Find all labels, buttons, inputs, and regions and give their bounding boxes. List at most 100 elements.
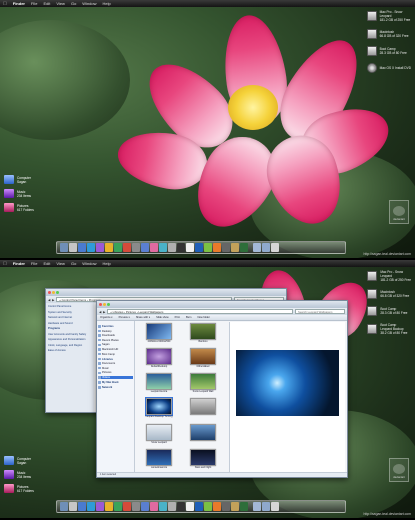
sidebar-item[interactable]: Control Panel Home xyxy=(48,305,92,308)
nav-item-selected[interactable]: Videos xyxy=(98,375,133,379)
file-tile[interactable]: Bamboo xyxy=(183,323,223,345)
menu-window[interactable]: Window xyxy=(82,1,96,6)
nav-item[interactable]: Network xyxy=(98,386,133,389)
app-icon[interactable] xyxy=(78,502,86,511)
nav-item[interactable]: Sagan xyxy=(98,343,133,346)
desktop-drive[interactable]: Mac Pro - Snow Leopard 181.2 GB of 250 Fre… xyxy=(366,10,411,22)
sidebar-item[interactable]: Hardware and Sound xyxy=(48,322,92,325)
app-icon[interactable] xyxy=(69,243,77,252)
menu-view[interactable]: View xyxy=(56,1,65,6)
share-with-button[interactable]: Share with ▾ xyxy=(136,316,150,319)
app-icon[interactable] xyxy=(105,502,113,511)
minimize-icon[interactable] xyxy=(52,291,55,294)
app-icon[interactable] xyxy=(132,243,140,252)
desktop-item-pictures[interactable]: Pictures 617 Folders xyxy=(4,203,34,212)
file-tile[interactable]: sunsetinaurora xyxy=(139,448,179,471)
sidebar-item[interactable]: Network and Internet xyxy=(48,316,92,319)
menu-app-name[interactable]: Finder xyxy=(13,1,25,6)
sidebar-item[interactable]: User Accounts and Family Safety xyxy=(48,333,92,336)
folder-icon[interactable] xyxy=(253,502,261,511)
file-tile[interactable]: 20091111-5000x2500 xyxy=(139,323,179,345)
finder-icon[interactable] xyxy=(60,502,68,511)
menu-app-name[interactable]: Finder xyxy=(13,261,25,266)
app-icon[interactable] xyxy=(195,502,203,511)
sidebar-item[interactable]: Ease of Access xyxy=(48,349,92,352)
libraries-header[interactable]: Libraries xyxy=(98,358,133,361)
apple-icon[interactable]:  xyxy=(3,261,7,267)
app-icon[interactable] xyxy=(231,502,239,511)
close-icon[interactable] xyxy=(99,303,102,306)
desktop-drive[interactable]: Macintosh 66.8 GB of 320 Free xyxy=(366,29,411,39)
print-button[interactable]: Print xyxy=(175,316,180,319)
desktop-item-pictures[interactable]: Pictures 617 Folders xyxy=(4,484,34,493)
app-icon[interactable] xyxy=(177,243,185,252)
menu-file[interactable]: File xyxy=(31,1,37,6)
slide-show-button[interactable]: Slide show xyxy=(156,316,169,319)
file-tile[interactable]: Snow Leopard xyxy=(139,423,179,446)
app-icon[interactable] xyxy=(240,243,248,252)
file-tile[interactable]: DefaultDesktop xyxy=(139,348,179,370)
sidebar-item[interactable]: System and Security xyxy=(48,311,92,314)
app-icon[interactable] xyxy=(96,243,104,252)
app-icon[interactable] xyxy=(213,502,221,511)
nav-item[interactable]: Recent Places xyxy=(98,339,133,342)
file-tile[interactable]: Snow Leopard Wall xyxy=(183,373,223,395)
desktop-item-computer[interactable]: Computer Sagan xyxy=(4,456,34,465)
app-icon[interactable] xyxy=(159,243,167,252)
file-tile[interactable]: Ditherdalied xyxy=(183,348,223,370)
menu-help[interactable]: Help xyxy=(103,1,111,6)
sidebar-item[interactable]: Programs xyxy=(48,327,92,330)
back-icon[interactable]: ◀ xyxy=(48,298,50,302)
app-icon[interactable] xyxy=(141,502,149,511)
folder-icon[interactable] xyxy=(262,243,270,252)
app-icon[interactable] xyxy=(114,502,122,511)
app-icon[interactable] xyxy=(141,243,149,252)
app-icon[interactable] xyxy=(168,502,176,511)
app-icon[interactable] xyxy=(213,243,221,252)
menu-window[interactable]: Window xyxy=(82,261,96,266)
app-icon[interactable] xyxy=(69,502,77,511)
app-icon[interactable] xyxy=(231,243,239,252)
app-icon[interactable] xyxy=(159,502,167,511)
trash-icon[interactable] xyxy=(271,243,279,252)
new-folder-button[interactable]: New folder xyxy=(197,316,209,319)
app-icon[interactable] xyxy=(168,243,176,252)
file-tile[interactable] xyxy=(183,423,223,446)
breadcrumb[interactable]: « Libraries › Pictures › Leopard Wallpap… xyxy=(107,309,293,314)
desktop-item-computer[interactable]: Computer Sagan xyxy=(4,175,34,184)
app-icon[interactable] xyxy=(105,243,113,252)
file-tile[interactable] xyxy=(183,398,223,420)
menu-go[interactable]: Go xyxy=(71,261,76,266)
nav-item[interactable]: Documents xyxy=(98,362,133,365)
app-icon[interactable] xyxy=(177,502,185,511)
app-icon[interactable] xyxy=(78,243,86,252)
menu-help[interactable]: Help xyxy=(103,261,111,266)
desktop-item-music[interactable]: Music 234 Items xyxy=(4,470,34,479)
app-icon[interactable] xyxy=(222,502,230,511)
app-icon[interactable] xyxy=(186,502,194,511)
app-icon[interactable] xyxy=(240,502,248,511)
nav-item[interactable]: Desktop xyxy=(98,330,133,333)
nav-item[interactable]: Boot Camp xyxy=(98,353,133,356)
folder-icon[interactable] xyxy=(262,502,270,511)
app-icon[interactable] xyxy=(204,243,212,252)
file-tile[interactable]: Stars and Night xyxy=(183,448,223,471)
file-tile[interactable]: Leopard Aurora xyxy=(139,373,179,395)
organize-button[interactable]: Organize ▾ xyxy=(100,316,113,319)
file-tile-selected[interactable]: Leopard Desktop Turning xyxy=(139,397,179,420)
app-icon[interactable] xyxy=(195,243,203,252)
desktop-drive[interactable]: Mac Pro - Snow Leopard 181.2 GB of 250 Fre… xyxy=(367,270,411,282)
forward-icon[interactable]: ▶ xyxy=(52,298,54,302)
app-icon[interactable] xyxy=(150,502,158,511)
sidebar-item[interactable]: Clock, Language, and Region xyxy=(48,344,92,347)
app-icon[interactable] xyxy=(96,502,104,511)
desktop-drive[interactable]: Macintosh 66.8 GB of 320 Free xyxy=(367,289,411,299)
menu-view[interactable]: View xyxy=(56,261,65,266)
app-icon[interactable] xyxy=(204,502,212,511)
nav-item[interactable]: My Mac Book xyxy=(98,381,133,384)
nav-item[interactable]: Downloads xyxy=(98,334,133,337)
minimize-icon[interactable] xyxy=(103,303,106,306)
desktop-drive[interactable]: Mac OS X Install DVD xyxy=(366,63,411,73)
apple-icon[interactable]:  xyxy=(3,1,7,7)
forward-icon[interactable]: ▶ xyxy=(103,310,105,314)
